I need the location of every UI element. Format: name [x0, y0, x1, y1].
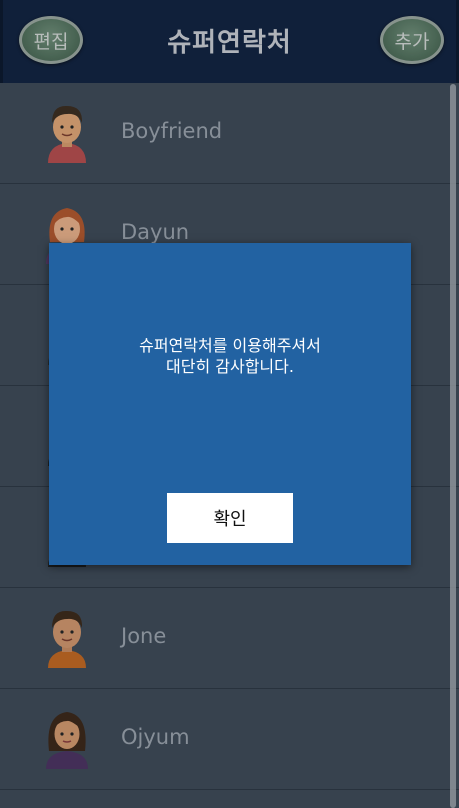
app-screen: 편집 슈퍼연락처 추가 Boyfriend Dayun Jone Ojyum 슈…	[0, 0, 459, 808]
confirm-button[interactable]: 확인	[167, 493, 293, 543]
dialog-message-line-2: 대단히 감사합니다.	[166, 357, 294, 376]
thank-you-dialog: 슈퍼연락처를 이용해주셔서 대단히 감사합니다. 확인	[49, 243, 411, 565]
dialog-message-line-1: 슈퍼연락처를 이용해주셔서	[139, 336, 321, 355]
dialog-message: 슈퍼연락처를 이용해주셔서 대단히 감사합니다.	[49, 335, 411, 377]
